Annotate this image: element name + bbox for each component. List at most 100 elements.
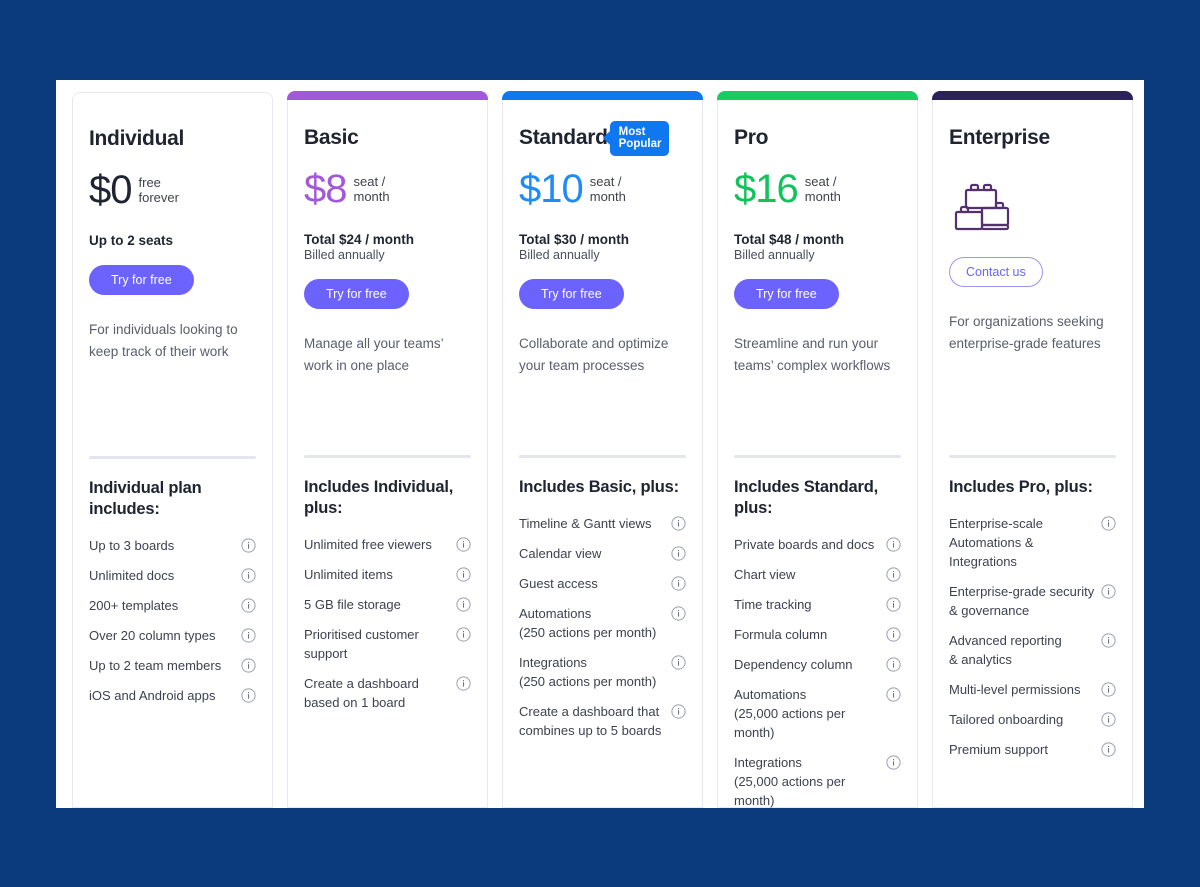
feature-label: Automations (250 actions per month) [519,606,657,640]
pricing-cards-container: Individual $0 free forever Up to 2 seats Try… [72,91,1133,808]
feature-label: Integrations (250 actions per month) [519,655,657,689]
info-icon[interactable] [1101,682,1116,697]
info-icon[interactable] [886,567,901,582]
info-icon[interactable] [1101,633,1116,648]
info-icon[interactable] [456,676,471,691]
info-icon[interactable] [671,576,686,591]
features-title-enterprise: Includes Pro, plus: [949,478,1093,496]
feature-row: Private boards and docs [734,535,901,554]
info-icon[interactable] [456,537,471,552]
plan-price-individual: $0 [89,168,132,212]
info-icon[interactable] [241,628,256,643]
features-section-basic: Includes Individual, plus: Unlimited free… [304,477,471,723]
info-icon[interactable] [241,538,256,553]
feature-label: Dependency column [734,657,853,672]
billing-note-pro: Billed annually [734,248,815,262]
feature-label: Up to 3 boards [89,538,175,553]
info-icon[interactable] [1101,516,1116,531]
feature-label: Advanced reporting & analytics [949,633,1062,667]
info-icon[interactable] [241,568,256,583]
try-for-free-button-standard[interactable]: Try for free [519,279,624,309]
feature-label: Formula column [734,627,828,642]
card-header-standard: Standard Most Popular $10 seat / month Total… [519,92,686,376]
price-row-individual: $0 free forever [89,169,256,213]
info-icon[interactable] [241,598,256,613]
info-icon[interactable] [671,516,686,531]
plan-name-row: Enterprise [949,124,1116,152]
try-for-free-button-basic[interactable]: Try for free [304,279,409,309]
card-header-pro: Pro $16 seat / month Total $48 / month Bille… [734,92,901,376]
feature-label: Guest access [519,576,598,591]
features-title-pro: Includes Standard, plus: [734,478,879,517]
pricing-card-individual: Individual $0 free forever Up to 2 seats Try… [72,92,273,808]
features-section-enterprise: Includes Pro, plus: Enterprise-scale Auto… [949,477,1116,770]
feature-label: Unlimited docs [89,568,175,583]
accent-bar-pro [717,91,918,100]
info-icon[interactable] [456,597,471,612]
plan-price-basic: $8 [304,167,347,211]
card-divider-basic [304,455,471,458]
info-icon[interactable] [1101,584,1116,599]
accent-bar-basic [287,91,488,100]
feature-label: Over 20 column types [89,628,216,643]
feature-row: Premium support [949,740,1116,759]
cta-wrap-pro: Try for free [734,279,901,309]
info-icon[interactable] [671,655,686,670]
feature-row: Create a dashboard based on 1 board [304,674,471,712]
plan-name-basic: Basic [304,126,359,149]
total-price-pro: Total $48 / month [734,232,845,247]
feature-label: Prioritised customer support [304,627,419,661]
feature-label: Multi-level permissions [949,682,1081,697]
feature-label: Up to 2 team members [89,658,222,673]
accent-bar-enterprise [932,91,1133,100]
feature-row: 200+ templates [89,596,256,615]
blocks-icon [949,174,1116,240]
feature-row: Chart view [734,565,901,584]
info-icon[interactable] [671,704,686,719]
feature-row: Enterprise-scale Automations & Integrati… [949,514,1116,571]
feature-row: Calendar view [519,544,686,563]
feature-row: Unlimited free viewers [304,535,471,554]
feature-row: Prioritised customer support [304,625,471,663]
card-divider-standard [519,455,686,458]
most-popular-badge: Most Popular [609,120,670,156]
info-icon[interactable] [1101,742,1116,757]
features-section-standard: Includes Basic, plus: Timeline & Gantt vi… [519,477,686,751]
card-divider-pro [734,455,901,458]
info-icon[interactable] [886,627,901,642]
info-icon[interactable] [241,688,256,703]
feature-label: Calendar view [519,546,602,561]
feature-label: Create a dashboard based on 1 board [304,676,419,710]
info-icon[interactable] [886,687,901,702]
try-for-free-button-pro[interactable]: Try for free [734,279,839,309]
billing-note-standard: Billed annually [519,248,600,262]
info-icon[interactable] [886,755,901,770]
feature-row: Multi-level permissions [949,680,1116,699]
info-icon[interactable] [456,567,471,582]
plan-description-standard: Collaborate and optimize your team proce… [519,336,669,373]
info-icon[interactable] [886,537,901,552]
info-icon[interactable] [456,627,471,642]
info-icon[interactable] [1101,712,1116,727]
plan-description-pro: Streamline and run your teams’ complex w… [734,336,891,373]
feature-row: Enterprise-grade security & governance [949,582,1116,620]
info-icon[interactable] [886,597,901,612]
card-header-enterprise: Enterprise Contact us For organizations se… [949,92,1116,354]
info-icon[interactable] [886,657,901,672]
try-for-free-button-individual[interactable]: Try for free [89,265,194,295]
feature-label: Unlimited free viewers [304,537,432,552]
feature-row: Guest access [519,574,686,593]
pricing-card-basic: Basic $8 seat / month Total $24 / month Bill… [287,91,488,808]
plan-name-row: Individual [89,125,256,153]
total-price-basic: Total $24 / month [304,232,415,247]
info-icon[interactable] [671,606,686,621]
feature-label: Chart view [734,567,796,582]
price-row-standard: $10 seat / month [519,168,686,212]
feature-row: 5 GB file storage [304,595,471,614]
plan-name-standard: Standard [519,126,608,149]
info-icon[interactable] [241,658,256,673]
contact-us-button-enterprise[interactable]: Contact us [949,257,1043,287]
info-icon[interactable] [671,546,686,561]
plan-name-row: Basic [304,124,471,152]
features-title-standard: Includes Basic, plus: [519,478,679,496]
